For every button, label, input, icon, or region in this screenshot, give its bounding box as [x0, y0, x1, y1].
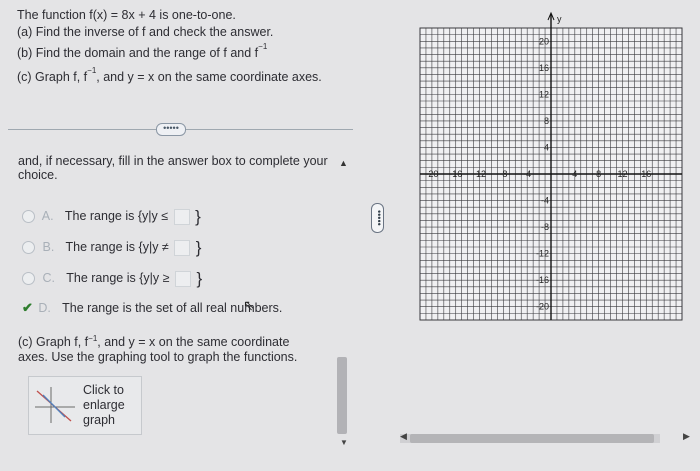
x-tick-label: 12 [617, 169, 627, 179]
y-tick-label: -8 [541, 222, 549, 232]
x-tick-label: 16 [641, 169, 651, 179]
option-c-letter: C. [42, 271, 55, 285]
y-tick-label: -16 [536, 275, 549, 285]
option-b-close: } [195, 238, 202, 257]
x-tick-label: -16 [449, 169, 462, 179]
radio-option-c[interactable] [22, 272, 35, 286]
option-a[interactable]: A. The range is {y|y ≤ } [22, 207, 201, 226]
scroll-left-icon[interactable]: ◀ [400, 431, 407, 442]
coordinate-grid[interactable]: y -20 -16 -12 -8 -4 4 8 12 16 20 16 12 8 4 -4 -8 -12 -16 -2… [400, 0, 700, 430]
x-tick-label: 8 [596, 169, 601, 179]
graph-panel: y -20 -16 -12 -8 -4 4 8 12 16 20 16 12 8 4 -4 -8 -12 -16 -2… [400, 0, 700, 471]
question-line-2: (a) Find the inverse of f and check the … [17, 25, 274, 39]
radio-option-a[interactable] [22, 210, 35, 224]
mouse-cursor-icon: ⇖ [243, 297, 255, 313]
answer-box-b[interactable] [174, 239, 191, 256]
x-tick-label: -12 [473, 169, 486, 179]
enlarge-label: Click to enlarge graph [83, 383, 125, 427]
option-b-letter: B. [42, 240, 55, 254]
scroll-down-icon[interactable]: ▼ [340, 438, 348, 447]
y-tick-label: 4 [544, 142, 549, 152]
option-d-letter: D. [38, 301, 51, 315]
horizontal-scrollbar-thumb[interactable] [410, 434, 654, 443]
option-c[interactable]: C. The range is {y|y ≥ } [22, 269, 203, 288]
y-tick-label: -4 [541, 196, 549, 206]
option-b-set: {y|y ≠ [138, 240, 169, 254]
option-b-text: The range is [65, 240, 136, 254]
y-tick-label: -20 [536, 302, 549, 312]
x-tick-label: -8 [499, 169, 507, 179]
y-tick-label: 8 [544, 116, 549, 126]
question-line-3: (b) Find the domain and the range of f a… [17, 42, 268, 61]
radio-option-b[interactable] [22, 241, 35, 255]
x-tick-label: -20 [425, 169, 438, 179]
scroll-up-icon[interactable]: ▲ [339, 158, 348, 168]
x-tick-label: -4 [523, 169, 531, 179]
vertical-scrollbar-thumb[interactable] [337, 357, 347, 434]
graph-instruction: (c) Graph f, f−1, and y = x on the same … [18, 334, 298, 365]
x-tick-label: 4 [572, 169, 577, 179]
option-a-close: } [195, 207, 201, 226]
panel-resize-handle[interactable]: ••••• [371, 203, 384, 233]
y-tick-label: -12 [536, 249, 549, 259]
option-c-text: The range is [66, 271, 136, 285]
option-c-close: } [196, 269, 203, 288]
graph-thumbnail-icon [35, 387, 75, 423]
y-tick-label: 20 [539, 36, 549, 46]
answer-box-c[interactable] [174, 270, 191, 287]
option-a-text: The range is [64, 209, 135, 223]
expand-more-button[interactable]: ••••• [156, 123, 186, 136]
option-a-letter: A. [41, 209, 54, 223]
checkmark-icon: ✔ [22, 300, 33, 315]
enlarge-graph-button[interactable]: Click to enlarge graph [28, 376, 142, 435]
question-panel: The function f(x) = 8x + 4 is one-to-one… [0, 0, 400, 471]
instruction-text: and, if necessary, fill in the answer bo… [18, 154, 328, 182]
y-axis-label: y [557, 14, 562, 24]
option-b[interactable]: B. The range is {y|y ≠ } [22, 238, 202, 257]
option-a-set: {y|y ≤ [137, 209, 169, 223]
question-line-4: (c) Graph f, f−1, and y = x on the same … [17, 66, 322, 85]
scroll-right-icon[interactable]: ▶ [683, 431, 690, 442]
answer-box-a[interactable] [173, 208, 190, 225]
y-tick-label: 12 [539, 89, 549, 99]
y-tick-label: 16 [539, 63, 549, 73]
question-line-1: The function f(x) = 8x + 4 is one-to-one… [17, 8, 236, 22]
option-c-set: {y|y ≥ [139, 271, 170, 285]
